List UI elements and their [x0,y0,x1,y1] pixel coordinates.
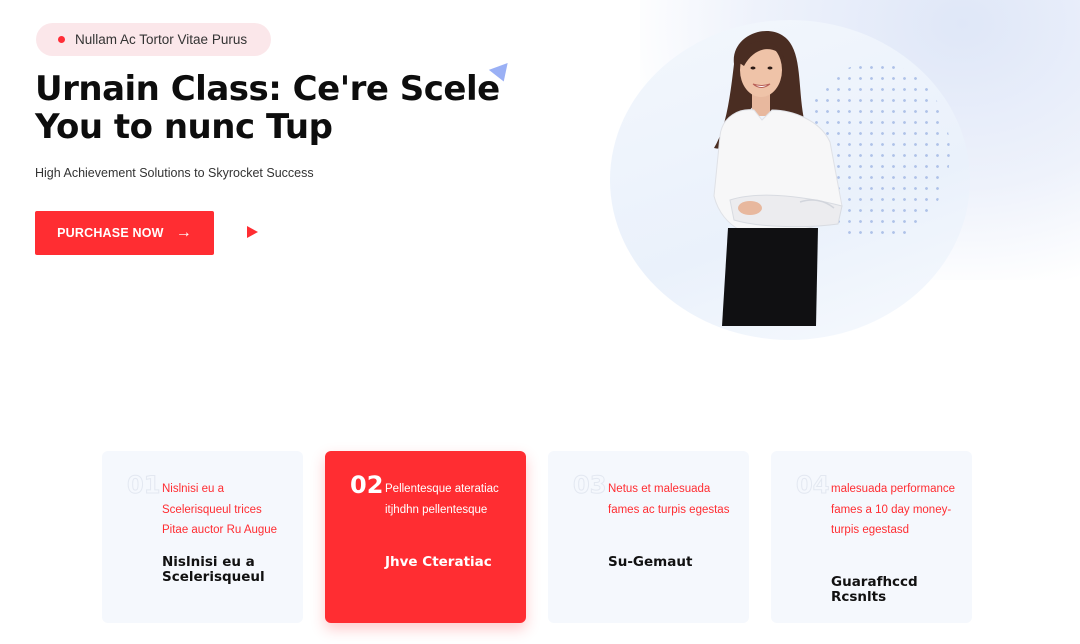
feature-title: Jhve Cteratiac [385,554,492,570]
feature-title: Guarafhccd Rcsnlts [831,574,918,605]
feature-number: 03 [572,471,607,500]
feature-number: 04 [795,471,830,500]
feature-card-2[interactable]: 02 Pellentesque ateratiac itjhdhn pellen… [325,451,526,623]
feature-description: Pellentesque ateratiac itjhdhn pellentes… [385,483,499,516]
feature-number: 01 [126,471,161,500]
hero-title: Urnain Class: Ce're Scele You to nunc Tu… [35,70,555,146]
arrow-right-icon: → [175,224,192,241]
feature-description: Nislnisi eu a Scelerisqueul trices Pitae… [162,483,278,536]
hero-subtitle: High Achievement Solutions to Skyrocket … [35,166,314,180]
purchase-now-button[interactable]: PURCHASE NOW → [35,211,214,255]
feature-title: Su-Gemaut [608,554,693,570]
feature-card-1[interactable]: 01 Nislnisi eu a Scelerisqueul trices Pi… [102,451,303,623]
feature-number: 02 [350,471,384,499]
businesswoman-photo [713,30,843,326]
feature-description: Netus et malesuada fames ac turpis egest… [608,483,730,516]
feature-card-4[interactable]: 04 malesuada performance fames a 10 day … [771,451,972,623]
play-icon[interactable] [247,226,258,238]
feature-title: Nislnisi eu a Scelerisqueul [162,554,265,585]
feature-card-3[interactable]: 03 Netus et malesuada fames ac turpis eg… [548,451,749,623]
purchase-now-label: PURCHASE NOW [57,226,164,240]
hero-badge-label: Nullam Ac Tortor Vitae Purus [75,32,248,47]
hero-title-line-2: You to nunc Tup [35,107,333,147]
feature-description: malesuada performance fames a 10 day mon… [831,483,956,536]
hero-badge: Nullam Ac Tortor Vitae Purus [36,23,272,56]
badge-dot-icon [58,36,65,43]
features-section: 01 Nislnisi eu a Scelerisqueul trices Pi… [102,451,972,623]
hero-title-line-1: Urnain Class: Ce're Scele [35,69,500,109]
